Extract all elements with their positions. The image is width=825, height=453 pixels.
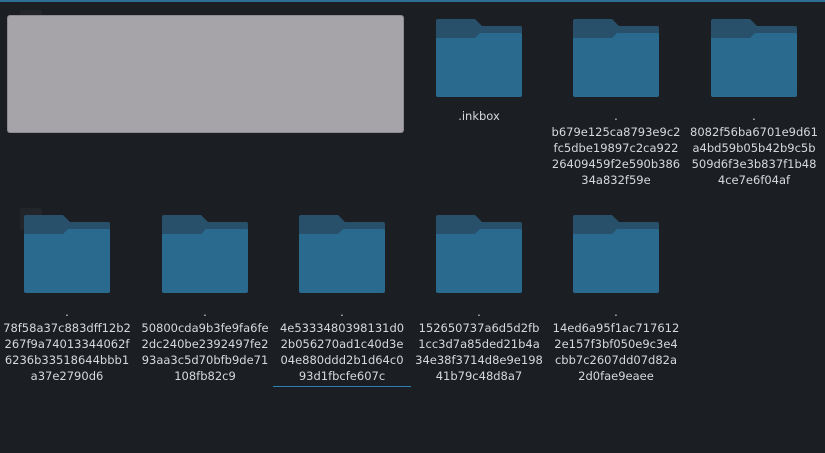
folder-item[interactable]: . 78f58a37c883dff12b2 267f9a74013344062f… [0,214,136,384]
folder-item[interactable]: . 152650737a6d5d2fb 1cc3d7a85ded21b4a 34… [410,214,548,384]
folder-label: . 50800cda9b3fe9fa6fe 2dc240be2392497fe2… [141,305,269,383]
folder-label: . b679e125ca8793e9c2 fc5dbe19897c2ca922 … [551,109,681,187]
folder-item[interactable]: . 8082f56ba6701e9d61 a4bd59b05b42b9c5b 5… [685,18,823,188]
folder-icon [573,215,659,293]
folder-icon [573,19,659,97]
folder-item[interactable]: . 14ed6a95f1ac717612 2e157f3bf050e9c3e4 … [547,214,685,384]
folder-label: . 14ed6a95f1ac717612 2e157f3bf050e9c3e4 … [552,305,680,383]
folder-icon [299,215,385,293]
folder-label: . 152650737a6d5d2fb 1cc3d7a85ded21b4a 34… [415,305,543,383]
folder-icon [436,215,522,293]
folder-icon [436,19,522,97]
folder-label: . 78f58a37c883dff12b2 267f9a74013344062f… [3,305,131,383]
folder-label: . 4e5333480398131d0 2b056270ad1c40d3e 04… [273,304,411,387]
folder-item[interactable]: .inkbox [410,18,548,124]
folder-icon [162,215,248,293]
folder-item[interactable]: . b679e125ca8793e9c2 fc5dbe19897c2ca922 … [547,18,685,188]
folder-item-focused[interactable]: . 4e5333480398131d0 2b056270ad1c40d3e 04… [273,214,411,387]
file-icon-view[interactable]: .inkbox . b679e125ca8793e9c2 fc5dbe19897… [0,0,825,453]
folder-icon [711,19,797,97]
folder-label: .inkbox [458,109,500,123]
folder-item[interactable]: . 50800cda9b3fe9fa6fe 2dc240be2392497fe2… [136,214,274,384]
folder-label: . 8082f56ba6701e9d61 a4bd59b05b42b9c5b 5… [690,109,818,187]
folder-icon [24,215,110,293]
file-preview-tooltip [8,16,403,132]
